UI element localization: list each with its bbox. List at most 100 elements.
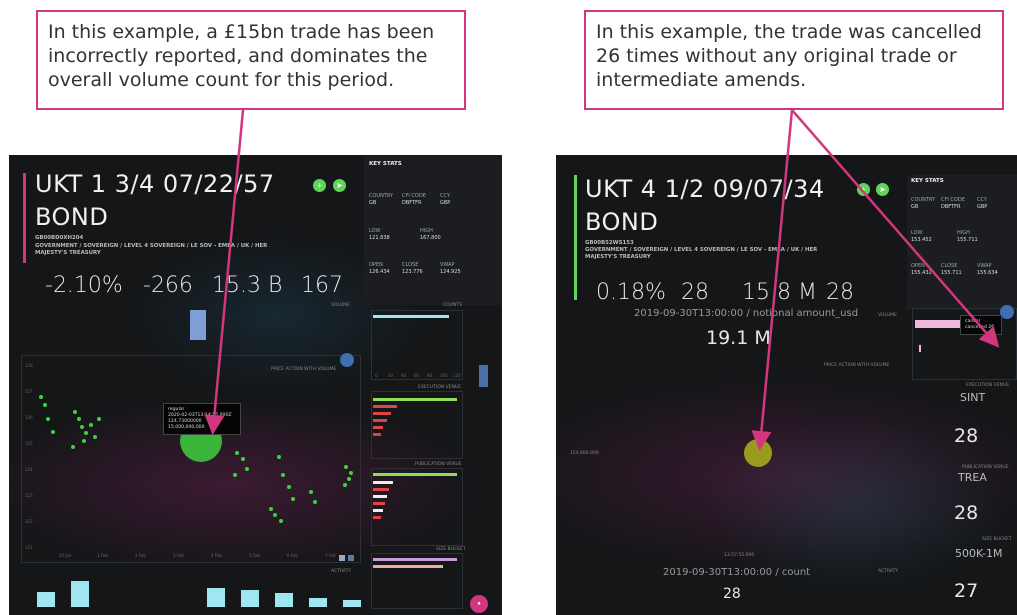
counts-bar	[373, 315, 449, 318]
stat-open: OPEN 155.432	[911, 263, 932, 276]
x-tick: 3 Feb	[173, 553, 184, 558]
x-tick: 2 Feb	[135, 553, 146, 558]
scatter-point	[39, 395, 43, 399]
x-axis-label: 13:57:55.000	[724, 553, 755, 558]
execution-venue-count: 28	[954, 425, 979, 447]
activity-bar	[309, 598, 327, 607]
scatter-point	[82, 439, 86, 443]
scatter-point	[349, 471, 353, 475]
scatter-point	[313, 500, 317, 504]
category-path-2: MAJESTY'S TREASURY	[585, 254, 651, 260]
activity-bar	[275, 593, 293, 607]
metric-volume: 15.3 B	[212, 273, 283, 298]
exec-bar-1	[373, 398, 457, 401]
pub-bar-1	[373, 473, 457, 476]
instrument-panel-right: UKT 4 1/2 09/07/34 BOND GB00B52WS153 GOV…	[556, 155, 1017, 615]
scatter-point	[84, 431, 88, 435]
size-bucket-count: 27	[954, 580, 979, 602]
counts-tick: 120	[453, 373, 461, 378]
pub-bar-4	[373, 495, 387, 498]
exec-bar-3	[373, 412, 391, 415]
title-accent-bar	[574, 175, 577, 300]
x-tick: 6 Feb	[287, 553, 298, 558]
badge-icon[interactable]: ●	[470, 595, 488, 613]
category-path: GOVERNMENT / SOVEREIGN / LEVEL 4 SOVEREI…	[35, 243, 268, 249]
cancel-trade-bubble[interactable]	[744, 439, 772, 467]
stat-close: CLOSE 123.776	[402, 262, 423, 275]
activity-label: ACTIVITY	[878, 569, 899, 574]
stat-country: COUNTRY GB	[369, 193, 394, 206]
key-stats-title: KEY STATS	[369, 161, 402, 167]
send-icon[interactable]: ➤	[876, 183, 889, 196]
scatter-point	[46, 417, 50, 421]
legend-square-icon[interactable]	[339, 555, 345, 561]
execution-venue-label: EXECUTION VENUE	[966, 383, 1010, 388]
stat-ccy: CCY GBP	[440, 193, 451, 206]
y-axis-label: 154.600.000	[570, 451, 599, 456]
scatter-point	[73, 410, 77, 414]
send-icon[interactable]: ➤	[333, 179, 346, 192]
counts-tick: 80	[427, 373, 433, 378]
stat-cfi-code: CFI CODE DBFTFR	[402, 193, 426, 206]
x-tick: 7 Feb	[325, 553, 336, 558]
add-icon[interactable]: +	[313, 179, 326, 192]
instrument-type: BOND	[585, 208, 659, 236]
scatter-point	[277, 455, 281, 459]
instrument-title: UKT 4 1/2 09/07/34	[585, 175, 825, 203]
activity-label: ACTIVITY	[331, 569, 352, 574]
counts-tick: 0	[375, 373, 378, 378]
y-tick: 122	[25, 519, 33, 524]
isin-code: GB00B52WS153	[585, 240, 634, 246]
size-bucket-value: 500K-1M	[955, 547, 1003, 560]
scatter-point	[233, 473, 237, 477]
count-value: 28	[723, 586, 741, 602]
y-tick: 128	[25, 363, 33, 368]
x-tick: 05 Jan	[59, 553, 72, 558]
isin-code: GB00BD0XH204	[35, 235, 84, 241]
zoom-control-icon[interactable]	[1000, 305, 1014, 319]
scatter-point	[89, 423, 93, 427]
notional-value: 19.1 M	[706, 327, 771, 349]
x-tick: 5 Feb	[249, 553, 260, 558]
zoom-control-icon[interactable]	[340, 353, 354, 367]
scatter-point	[71, 445, 75, 449]
instrument-type: BOND	[35, 203, 109, 231]
category-path-2: MAJESTY'S TREASURY	[35, 250, 101, 256]
x-tick: 1 Feb	[97, 553, 108, 558]
y-tick: 121	[25, 545, 33, 550]
publication-venue-chart[interactable]	[371, 468, 463, 546]
volume-label: VOLUME	[331, 303, 350, 308]
y-tick: 124	[25, 467, 33, 472]
size-bucket-chart[interactable]	[371, 553, 463, 609]
volume-bar	[190, 310, 206, 340]
key-stats-panel: KEY STATS COUNTRY GB CFI CODE DBFTFR CCY GB…	[364, 155, 502, 305]
pub-bar-7	[373, 516, 381, 519]
counts-tick: 40	[401, 373, 407, 378]
tooltip-line-2: cancelled 26	[965, 325, 995, 330]
add-icon[interactable]: +	[857, 183, 870, 196]
metric-count: 167	[301, 273, 343, 298]
size-bucket-label: SIZE BUCKET	[436, 547, 466, 552]
counts-tick: 100	[440, 373, 448, 378]
scatter-point	[344, 465, 348, 469]
title-accent-bar	[23, 173, 26, 263]
activity-bar	[37, 592, 55, 607]
scatter-point	[287, 485, 291, 489]
pub-bar-2	[373, 481, 393, 484]
callout-left: In this example, a £15bn trade has been …	[36, 10, 466, 110]
count-caption: 2019-09-30T13:00:00 / count	[663, 567, 811, 578]
scatter-point	[309, 490, 313, 494]
scroll-tab[interactable]	[479, 365, 488, 387]
activity-bar	[343, 600, 361, 607]
execution-venue-chart[interactable]	[371, 391, 463, 459]
scatter-point	[43, 403, 47, 407]
counts-chart[interactable]	[371, 310, 463, 380]
pub-bar-5	[373, 502, 385, 505]
stat-ccy: CCY GBP	[977, 197, 988, 210]
scatter-point	[269, 507, 273, 511]
instrument-title: UKT 1 3/4 07/22/57	[35, 170, 275, 198]
y-tick: 127	[25, 389, 33, 394]
legend-square-icon-2[interactable]	[348, 555, 354, 561]
stat-open: OPEN 126.434	[369, 262, 390, 275]
publication-venue-label: PUBLICATION VENUE	[415, 462, 462, 467]
